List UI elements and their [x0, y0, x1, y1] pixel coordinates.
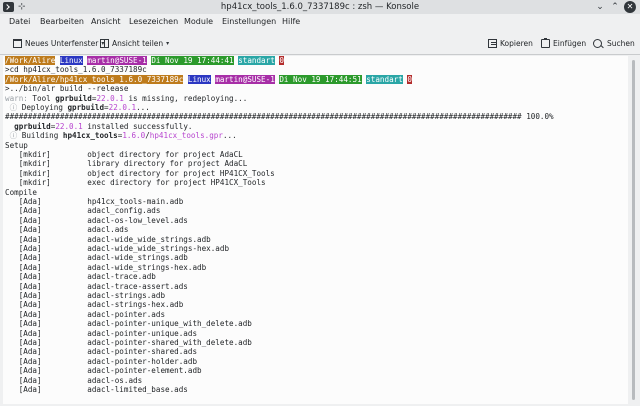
split-view-button[interactable]: Ansicht teilen ▾: [100, 31, 169, 55]
toolbar: Neues Unterfenster ▾ Ansicht teilen ▾ Ko…: [0, 31, 640, 55]
prompt-segment: /Work/Alire/hp41cx_tools_1.6.0_7337189c: [5, 74, 184, 84]
prompt-segment: Di Nov 19 17:44:41: [151, 56, 234, 65]
minimize-icon[interactable]: ⌄: [594, 1, 606, 13]
menu-lesezeichen[interactable]: Lesezeichen: [129, 14, 178, 30]
terminal-line: ⓘ Building hp41cx_tools=1.6.0/hp41cx_too…: [5, 131, 237, 141]
new-tab-label: Neues Unterfenster: [25, 38, 99, 48]
menu-ansicht[interactable]: Ansicht: [91, 14, 121, 30]
terminal-text: [Ada] adacl-pointer.ads: [5, 309, 166, 319]
terminal-text: hp41cx_tools.gpr: [149, 131, 223, 141]
terminal-text: gprbuild: [67, 103, 105, 112]
terminal-text: ...: [136, 103, 150, 112]
terminal-text: Tool: [27, 93, 56, 103]
terminal-scrollbar[interactable]: [629, 56, 638, 404]
terminal-text: [Ada] adacl-wide_wide_strings.adb: [5, 234, 211, 244]
terminal-text: [Ada] adacl.ads: [5, 225, 129, 235]
terminal-text: [Ada] adacl-pointer-unique_with_delete.a…: [5, 319, 252, 329]
terminal-text: [Ada] adacl-wide_strings.adb: [5, 253, 188, 263]
terminal-text: [Ada] adacl-strings-hex.adb: [5, 300, 184, 310]
menu-bearbeiten[interactable]: Bearbeiten: [40, 14, 84, 30]
terminal-text: [mkdir] object directory for project Ada…: [5, 150, 243, 159]
split-view-icon: [100, 38, 109, 48]
paste-label: Einfügen: [553, 38, 587, 48]
prompt-segment: standart: [366, 74, 403, 84]
prompt-segment: 0: [279, 56, 284, 65]
prompt-segment: standart: [238, 56, 275, 65]
terminal-text: [Ada] adacl-trace-assert.ads: [5, 281, 188, 291]
terminal-text: Building: [17, 131, 63, 141]
menu-bar: Datei Bearbeiten Ansicht Lesezeichen Mod…: [0, 14, 640, 30]
terminal-text: [Ada] adacl-os-low_level.ads: [5, 215, 188, 225]
menu-datei[interactable]: Datei: [9, 14, 30, 30]
terminal-text: installed successfully.: [82, 121, 193, 131]
terminal-line: [mkdir] exec directory for project HP41C…: [5, 178, 266, 188]
find-button[interactable]: Suchen: [593, 31, 635, 55]
terminal-text: gprbuild: [55, 93, 92, 103]
new-tab-button[interactable]: Neues Unterfenster ▾: [13, 31, 104, 55]
menu-hilfe[interactable]: Hilfe: [282, 14, 300, 30]
prompt-segment: Linux: [187, 74, 211, 84]
terminal-text: Setup: [5, 140, 28, 150]
terminal-text: [mkdir] library directory for project Ad…: [5, 159, 248, 169]
terminal-text: [Ada] adacl-wide_wide_strings-hex.adb: [5, 244, 230, 253]
terminal-text: 22.0.1: [108, 103, 137, 112]
terminal-text: Deploying: [17, 103, 68, 112]
search-icon: [593, 38, 602, 48]
terminal-text: [mkdir] exec directory for project HP41C…: [5, 178, 266, 188]
copy-icon: [488, 38, 497, 48]
new-tab-icon: [13, 38, 22, 48]
terminal-text: [Ada] adacl-pointer-element.adb: [5, 366, 202, 376]
terminal-text: [Ada] adacl-pointer-shared.ads: [5, 347, 198, 357]
maximize-icon[interactable]: ⌃: [609, 1, 621, 13]
terminal-text: [Ada] adacl-trace.adb: [5, 272, 156, 282]
terminal-text: [Ada] adacl-limited_base.ads: [5, 385, 188, 394]
prompt-segment: Linux: [59, 56, 83, 65]
prompt-segment: 0: [407, 74, 412, 84]
title-bar[interactable]: ⊹ hp41cx_tools_1.6.0_7337189c : zsh — Ko…: [0, 0, 640, 14]
menu-einstellungen[interactable]: Einstellungen: [222, 14, 276, 30]
terminal-text: >../bin/alr build --release: [5, 84, 129, 94]
terminal-text: [Ada] hp41cx_tools-main.adb: [5, 197, 184, 206]
scrollbar-thumb[interactable]: [632, 60, 635, 400]
terminal-text: 22.0.1: [55, 121, 83, 131]
prompt-segment: martin@SUSE-1: [87, 56, 147, 65]
terminal-text: >cd hp41cx_tools_1.6.0_7337189c: [5, 65, 147, 75]
terminal-text: Compile: [5, 187, 38, 197]
terminal-text: is missing, redeploying...: [123, 93, 248, 103]
close-icon[interactable]: ✕: [624, 1, 636, 13]
copy-label: Kopieren: [500, 38, 533, 48]
terminal-text: gprbuild: [14, 121, 51, 131]
window-title: hp41cx_tools_1.6.0_7337189c : zsh — Kons…: [220, 2, 420, 12]
terminal-text: [Ada] adacl-pointer-holder.adb: [5, 356, 198, 366]
prompt-segment: /Work/Alire: [5, 56, 56, 65]
prompt-segment: Di Nov 19 17:44:51: [279, 74, 362, 84]
terminal-output[interactable]: /Work/Alire Linux martin@SUSE-1 Di Nov 1…: [3, 56, 628, 404]
terminal-line: [Ada] adacl-limited_base.ads: [5, 385, 188, 395]
terminal-text: [Ada] adacl-pointer-shared_with_delete.a…: [5, 338, 252, 347]
terminal-text: [Ada] adacl-pointer-unique.ads: [5, 328, 198, 338]
terminal-text: warn:: [5, 93, 28, 103]
terminal-text: [Ada] adacl-os.ads: [5, 375, 143, 385]
terminal-text: [Ada] adacl-wide_strings-hex.adb: [5, 262, 207, 272]
copy-button[interactable]: Kopieren: [488, 31, 533, 55]
prompt-segment: martin@SUSE-1: [215, 74, 275, 84]
terminal-text: ########################################…: [5, 112, 554, 122]
terminal-text: [Ada] adacl_config.ads: [5, 206, 161, 216]
terminal-text: 1.6.0: [122, 131, 146, 141]
paste-button[interactable]: Einfügen: [541, 31, 586, 55]
split-view-label: Ansicht teilen: [112, 38, 164, 48]
find-label: Suchen: [607, 38, 635, 48]
terminal-text: 22.0.1: [96, 93, 124, 103]
menu-module[interactable]: Module: [184, 14, 213, 30]
terminal-text: hp41cx_tools: [62, 131, 118, 141]
terminal-text: ...: [222, 131, 237, 141]
terminal-text: [mkdir] object directory for project HP4…: [5, 168, 275, 178]
paste-icon: [541, 37, 550, 48]
chevron-down-icon[interactable]: ▾: [166, 40, 169, 47]
terminal-text: [Ada] adacl-strings.adb: [5, 291, 166, 300]
